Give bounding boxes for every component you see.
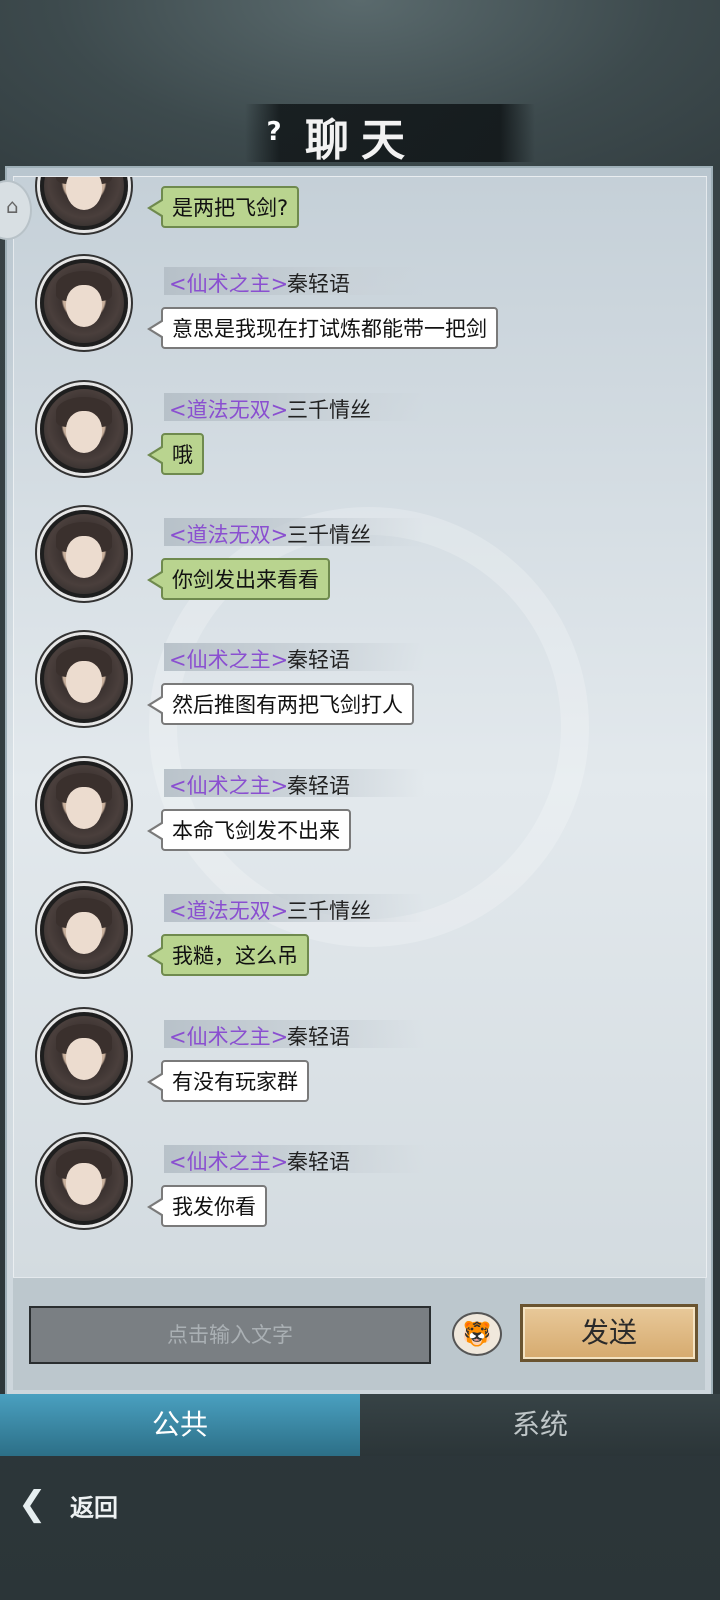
- avatar[interactable]: [40, 259, 128, 347]
- chat-list[interactable]: 是两把飞剑? <仙术之主> 秦轻语 意思是我现在打试炼都能带一把剑 <道法无双>…: [13, 176, 707, 1278]
- message-bubble: 意思是我现在打试炼都能带一把剑: [147, 307, 498, 349]
- avatar[interactable]: [40, 886, 128, 974]
- question-icon[interactable]: ?: [258, 116, 290, 148]
- avatar[interactable]: [40, 385, 128, 473]
- player-title-tag: <仙术之主>: [169, 1150, 289, 1174]
- player-name[interactable]: 秦轻语: [287, 268, 350, 298]
- player-name[interactable]: 三千情丝: [287, 394, 371, 424]
- player-name[interactable]: 三千情丝: [287, 895, 371, 925]
- page-title: 聊天: [305, 115, 417, 166]
- player-title-tag: <仙术之主>: [169, 1025, 289, 1049]
- player-title-tag: <道法无双>: [169, 899, 289, 923]
- avatar[interactable]: [40, 635, 128, 723]
- message-bubble: 我糙，这么吊: [147, 934, 309, 976]
- player-title-tag: <仙术之主>: [169, 648, 289, 672]
- message-bubble: 哦: [147, 433, 204, 475]
- player-title-tag: <道法无双>: [169, 398, 289, 422]
- avatar[interactable]: [40, 761, 128, 849]
- message-bubble: 然后推图有两把飞剑打人: [147, 683, 414, 725]
- tiger-emoji-icon[interactable]: 🐯: [452, 1312, 502, 1356]
- player-title-tag: <仙术之主>: [169, 774, 289, 798]
- avatar[interactable]: [40, 1012, 128, 1100]
- message-bubble: 我发你看: [147, 1185, 267, 1227]
- avatar[interactable]: [40, 510, 128, 598]
- house-icon[interactable]: ⌂: [6, 194, 19, 218]
- avatar[interactable]: [40, 177, 128, 230]
- player-name[interactable]: 秦轻语: [287, 1146, 350, 1176]
- message-bubble: 你剑发出来看看: [147, 558, 330, 600]
- tab-system[interactable]: 系统: [360, 1394, 720, 1456]
- message-bubble: 有没有玩家群: [147, 1060, 309, 1102]
- player-title-tag: <道法无双>: [169, 523, 289, 547]
- player-name[interactable]: 秦轻语: [287, 1021, 350, 1051]
- player-name[interactable]: 三千情丝: [287, 519, 371, 549]
- message-bubble: 是两把飞剑?: [146, 186, 300, 228]
- avatar[interactable]: [40, 1137, 128, 1225]
- player-name[interactable]: 秦轻语: [287, 770, 350, 800]
- send-button[interactable]: 发送: [520, 1304, 698, 1362]
- back-label[interactable]: 返回: [70, 1488, 118, 1523]
- tab-public[interactable]: 公共: [0, 1394, 360, 1456]
- chat-input-field[interactable]: 点击输入文字: [29, 1306, 431, 1364]
- player-name[interactable]: 秦轻语: [287, 644, 350, 674]
- back-arrow-icon[interactable]: ❮: [18, 1484, 62, 1524]
- player-title-tag: <仙术之主>: [169, 272, 289, 296]
- message-bubble: 本命飞剑发不出来: [147, 809, 351, 851]
